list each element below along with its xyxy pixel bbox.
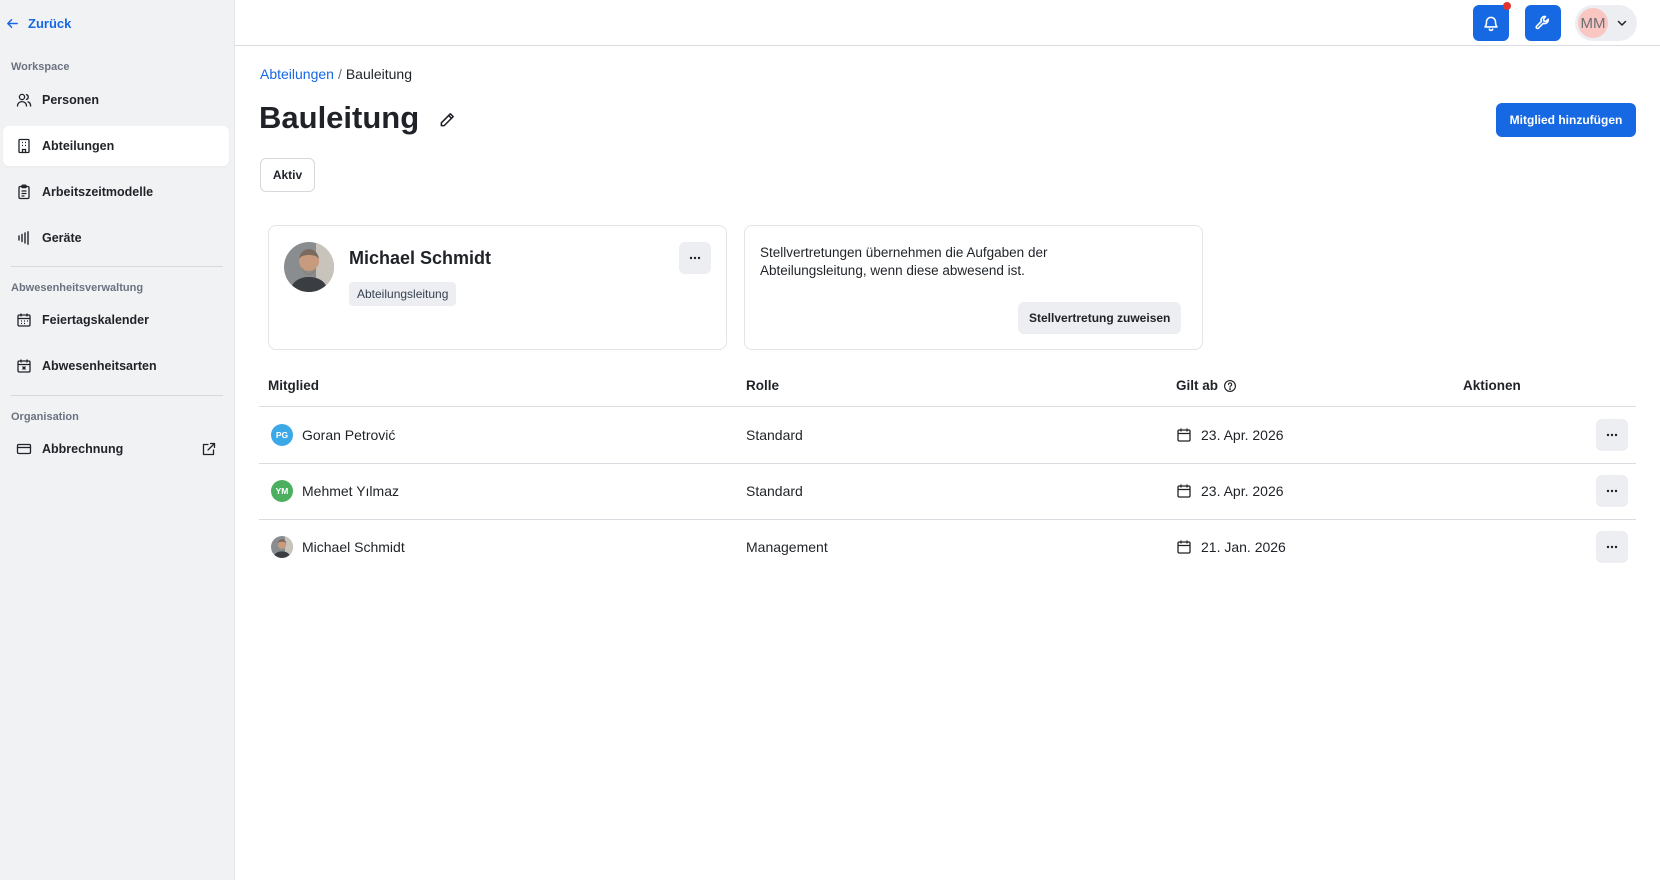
breadcrumb-parent-link[interactable]: Abteilungen <box>260 66 334 82</box>
sidebar-item-label: Arbeitszeitmodelle <box>42 185 154 199</box>
member-cell: YM Mehmet Yılmaz <box>271 463 399 519</box>
role-cell: Management <box>746 539 828 555</box>
date-cell: 23. Apr. 2026 <box>1176 463 1284 519</box>
department-lead-card: Michael Schmidt Abteilungsleitung <box>268 225 727 350</box>
tools-button[interactable] <box>1525 5 1561 41</box>
back-link[interactable]: Zurück <box>5 16 71 31</box>
help-circle-icon[interactable] <box>1223 379 1237 393</box>
section-label-absence: Abwesenheitsverwaltung <box>11 282 144 294</box>
section-label-workspace: Workspace <box>11 61 70 73</box>
sidebar-item-feiertagskalender[interactable]: Feiertagskalender <box>3 300 229 340</box>
valid-from-date: 23. Apr. 2026 <box>1201 427 1284 443</box>
calendar-icon <box>1177 540 1191 554</box>
notifications-button[interactable] <box>1473 2 1511 41</box>
breadcrumb-current: Bauleitung <box>345 66 413 82</box>
sidebar-item-abwesenheitsarten[interactable]: Abwesenheitsarten <box>3 346 229 386</box>
column-header-role: Rolle <box>746 378 779 393</box>
more-horizontal-icon <box>1606 489 1618 493</box>
sidebar-divider <box>11 395 223 396</box>
column-header-actions: Aktionen <box>1463 378 1521 393</box>
more-horizontal-icon <box>1606 433 1618 437</box>
bell-icon <box>1484 16 1498 32</box>
sidebar-item-geraete[interactable]: Geräte <box>3 218 229 258</box>
member-name: Mehmet Yılmaz <box>302 483 399 499</box>
table-row: Michael Schmidt Management 21. Jan. 2026 <box>259 519 1636 575</box>
sidebar-item-abteilungen[interactable]: Abteilungen <box>3 126 229 166</box>
lead-role-badge: Abteilungsleitung <box>349 282 457 306</box>
calendar-icon <box>1177 484 1191 498</box>
member-cell: Michael Schmidt <box>271 519 405 575</box>
avatar: MM <box>1578 8 1608 38</box>
sidebar-item-label: Personen <box>42 93 99 107</box>
row-more-button[interactable] <box>1596 419 1628 451</box>
external-link-icon <box>202 442 216 456</box>
more-horizontal-icon <box>689 256 701 260</box>
user-menu[interactable]: MM <box>1575 5 1637 41</box>
role-cell: Standard <box>746 427 803 443</box>
avatar <box>284 242 334 292</box>
member-name: Michael Schmidt <box>302 539 405 555</box>
substitute-card: Stellvertretungen übernehmen die Aufgabe… <box>744 225 1203 350</box>
lead-more-button[interactable] <box>679 242 711 274</box>
more-horizontal-icon <box>1606 545 1618 549</box>
sidebar-item-personen[interactable]: Personen <box>3 80 229 120</box>
wrench-icon <box>1535 15 1549 30</box>
sidebar-item-arbeitszeitmodelle[interactable]: Arbeitszeitmodelle <box>3 172 229 212</box>
sidebar-item-abbrechnung[interactable]: Abbrechnung <box>3 429 229 469</box>
sidebar-item-label: Abwesenheitsarten <box>42 359 157 373</box>
avatar: PG <box>271 424 293 446</box>
substitute-description: Stellvertretungen übernehmen die Aufgabe… <box>760 245 1048 278</box>
calendar-x-icon <box>17 359 31 373</box>
breadcrumb: Abteilungen / Bauleitung <box>260 66 412 82</box>
sidebar-divider <box>11 266 223 267</box>
assign-substitute-button[interactable]: Stellvertretung zuweisen <box>1018 302 1182 334</box>
sidebar-item-label: Geräte <box>42 231 82 245</box>
table-row: PG Goran Petrović Standard 23. Apr. 2026 <box>259 407 1636 463</box>
calendar-icon <box>1177 428 1191 442</box>
chevron-down-icon <box>1617 20 1627 26</box>
lead-photo-image <box>284 242 334 292</box>
column-header-label: Gilt ab <box>1176 378 1219 393</box>
member-cell: PG Goran Petrović <box>271 407 395 463</box>
avatar: YM <box>271 480 293 502</box>
status-badge: Aktiv <box>260 158 315 192</box>
credit-card-icon <box>16 443 32 455</box>
add-member-button[interactable]: Mitglied hinzufügen <box>1496 103 1636 137</box>
nfc-icon <box>18 231 29 245</box>
table-row: YM Mehmet Yılmaz Standard 23. Apr. 2026 <box>259 463 1636 519</box>
row-more-button[interactable] <box>1596 531 1628 563</box>
users-icon <box>16 93 32 107</box>
top-bar: MM <box>235 0 1660 46</box>
sidebar-item-label: Abteilungen <box>42 139 115 153</box>
calendar-icon <box>17 313 31 327</box>
sidebar-item-label: Abbrechnung <box>42 442 124 456</box>
column-header-valid-from: Gilt ab <box>1176 378 1237 393</box>
avatar <box>271 536 293 558</box>
lead-name: Michael Schmidt <box>349 248 492 268</box>
valid-from-date: 23. Apr. 2026 <box>1201 483 1284 499</box>
sidebar: Zurück Workspace Personen Abteilungen Ar… <box>0 0 235 880</box>
valid-from-date: 21. Jan. 2026 <box>1201 539 1286 555</box>
member-photo-image <box>271 536 293 558</box>
role-cell: Standard <box>746 483 803 499</box>
building-icon <box>18 138 30 154</box>
page-title: Bauleitung <box>259 100 420 135</box>
pencil-icon[interactable] <box>438 111 456 129</box>
member-name: Goran Petrović <box>302 427 396 443</box>
row-more-button[interactable] <box>1596 475 1628 507</box>
breadcrumb-separator: / <box>337 66 342 82</box>
clipboard-icon <box>18 184 30 200</box>
date-cell: 21. Jan. 2026 <box>1176 519 1286 575</box>
arrow-left-icon <box>7 19 18 28</box>
column-header-label: Rolle <box>746 378 780 393</box>
date-cell: 23. Apr. 2026 <box>1176 407 1284 463</box>
back-label: Zurück <box>28 16 72 31</box>
column-header-label: Mitglied <box>268 378 319 393</box>
column-header-label: Aktionen <box>1463 378 1521 393</box>
notification-dot <box>1503 2 1511 10</box>
section-label-organisation: Organisation <box>11 411 79 423</box>
column-header-member: Mitglied <box>268 378 319 393</box>
sidebar-item-label: Feiertagskalender <box>42 313 149 327</box>
